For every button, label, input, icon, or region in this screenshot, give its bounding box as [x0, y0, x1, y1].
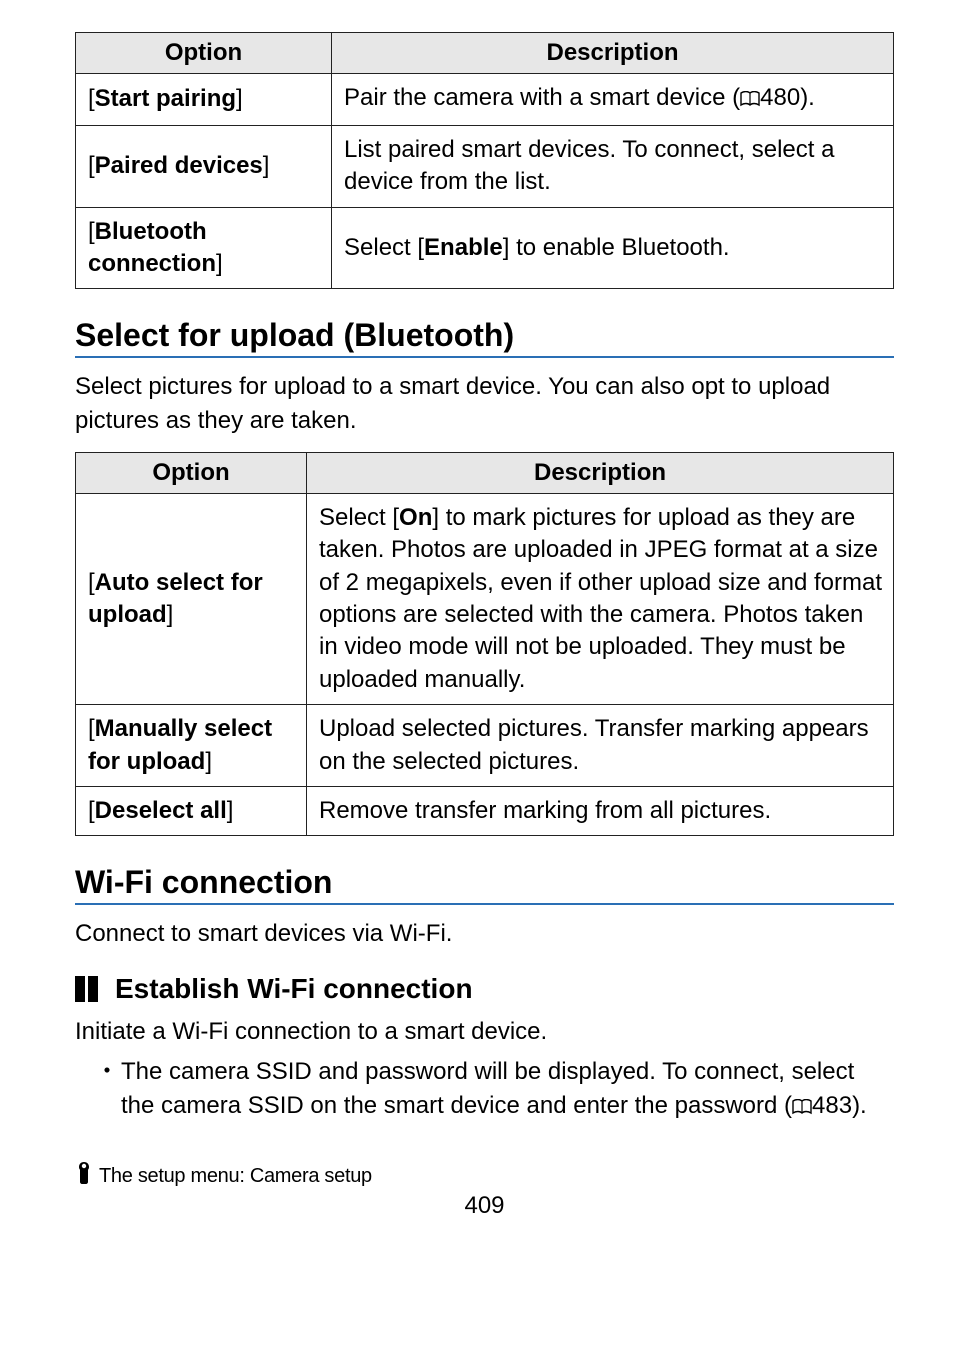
table-row: [Bluetooth connection] Select [Enable] t… [76, 207, 894, 289]
option-cell-deselect-all: [Deselect all] [76, 787, 307, 836]
option-label: Start pairing [95, 85, 236, 112]
page-number: 409 [75, 1192, 894, 1220]
table-header-description: Description [332, 33, 894, 74]
desc-bold: Enable [424, 234, 503, 261]
section-lead: Connect to smart devices via Wi-Fi. [75, 917, 894, 951]
option-label: Auto select for upload [88, 569, 263, 628]
description-cell: Pair the camera with a smart device ( 480… [332, 74, 894, 125]
bracket-open: [ [88, 569, 95, 596]
option-cell-bluetooth-connection: [Bluetooth connection] [76, 207, 332, 289]
desc-bold: On [399, 504, 432, 531]
bracket-open: [ [88, 152, 95, 179]
desc-text-tail: ] to enable Bluetooth. [503, 234, 730, 261]
footer-label: The setup menu: Camera setup [99, 1165, 372, 1188]
bracket-close: ] [167, 601, 174, 628]
bracket-open: [ [88, 218, 95, 245]
option-label: Manually select for upload [88, 715, 272, 774]
footer-breadcrumb: The setup menu: Camera setup [75, 1162, 894, 1190]
table-row: [Manually select for upload] Upload sele… [76, 705, 894, 787]
option-cell-manually-select: [Manually select for upload] [76, 705, 307, 787]
desc-text-tail: ] to mark pictures for upload as they ar… [319, 504, 882, 693]
section-marker-icon [75, 976, 101, 1002]
desc-text: Pair the camera with a smart device ( [344, 84, 740, 111]
description-cell: Select [Enable] to enable Bluetooth. [332, 207, 894, 289]
subsection-label: Establish Wi-Fi connection [115, 973, 473, 1005]
page-ref-number: 483 [812, 1092, 852, 1119]
option-cell-auto-select: [Auto select for upload] [76, 493, 307, 704]
description-cell: Remove transfer marking from all picture… [307, 787, 894, 836]
table-row: [Start pairing] Pair the camera with a s… [76, 74, 894, 125]
table-header-description: Description [307, 452, 894, 493]
pairing-options-table: Option Description [Start pairing] Pair … [75, 32, 894, 289]
bullet-text: The camera SSID and password will be dis… [121, 1058, 854, 1120]
bracket-open: [ [88, 797, 95, 824]
bracket-open: [ [88, 715, 95, 742]
bracket-close: ] [205, 748, 212, 775]
bracket-close: ] [216, 250, 223, 277]
page-ref-number: 480 [760, 84, 800, 111]
bracket-close: ] [227, 797, 234, 824]
bracket-close: ] [263, 152, 270, 179]
subsection-title-establish-wifi: Establish Wi-Fi connection [75, 973, 894, 1005]
option-label: Deselect all [95, 797, 227, 824]
section-title-wifi-connection: Wi-Fi connection [75, 864, 894, 905]
list-item: The camera SSID and password will be dis… [101, 1055, 894, 1127]
table-row: [Paired devices] List paired smart devic… [76, 125, 894, 207]
description-cell: Select [On] to mark pictures for upload … [307, 493, 894, 704]
table-header-option: Option [76, 452, 307, 493]
upload-options-table: Option Description [Auto select for uplo… [75, 452, 894, 837]
option-cell-start-pairing: [Start pairing] [76, 74, 332, 125]
bullet-text-tail: ). [852, 1092, 867, 1119]
option-label: Bluetooth connection [88, 218, 216, 277]
option-label: Paired devices [95, 152, 263, 179]
table-row: [Deselect all] Remove transfer marking f… [76, 787, 894, 836]
table-header-option: Option [76, 33, 332, 74]
setup-menu-icon [75, 1162, 93, 1190]
table-row: [Auto select for upload] Select [On] to … [76, 493, 894, 704]
page-ref-icon [792, 1091, 812, 1126]
subsection-lead: Initiate a Wi-Fi connection to a smart d… [75, 1015, 894, 1049]
bracket-open: [ [88, 85, 95, 112]
description-cell: Upload selected pictures. Transfer marki… [307, 705, 894, 787]
desc-text: Select [ [344, 234, 424, 261]
option-cell-paired-devices: [Paired devices] [76, 125, 332, 207]
desc-text: Select [ [319, 504, 399, 531]
section-lead: Select pictures for upload to a smart de… [75, 370, 894, 437]
page-ref-icon [740, 84, 760, 116]
description-cell: List paired smart devices. To connect, s… [332, 125, 894, 207]
bracket-close: ] [236, 85, 243, 112]
section-title-select-for-upload: Select for upload (Bluetooth) [75, 317, 894, 358]
desc-text-tail: ). [800, 84, 815, 111]
